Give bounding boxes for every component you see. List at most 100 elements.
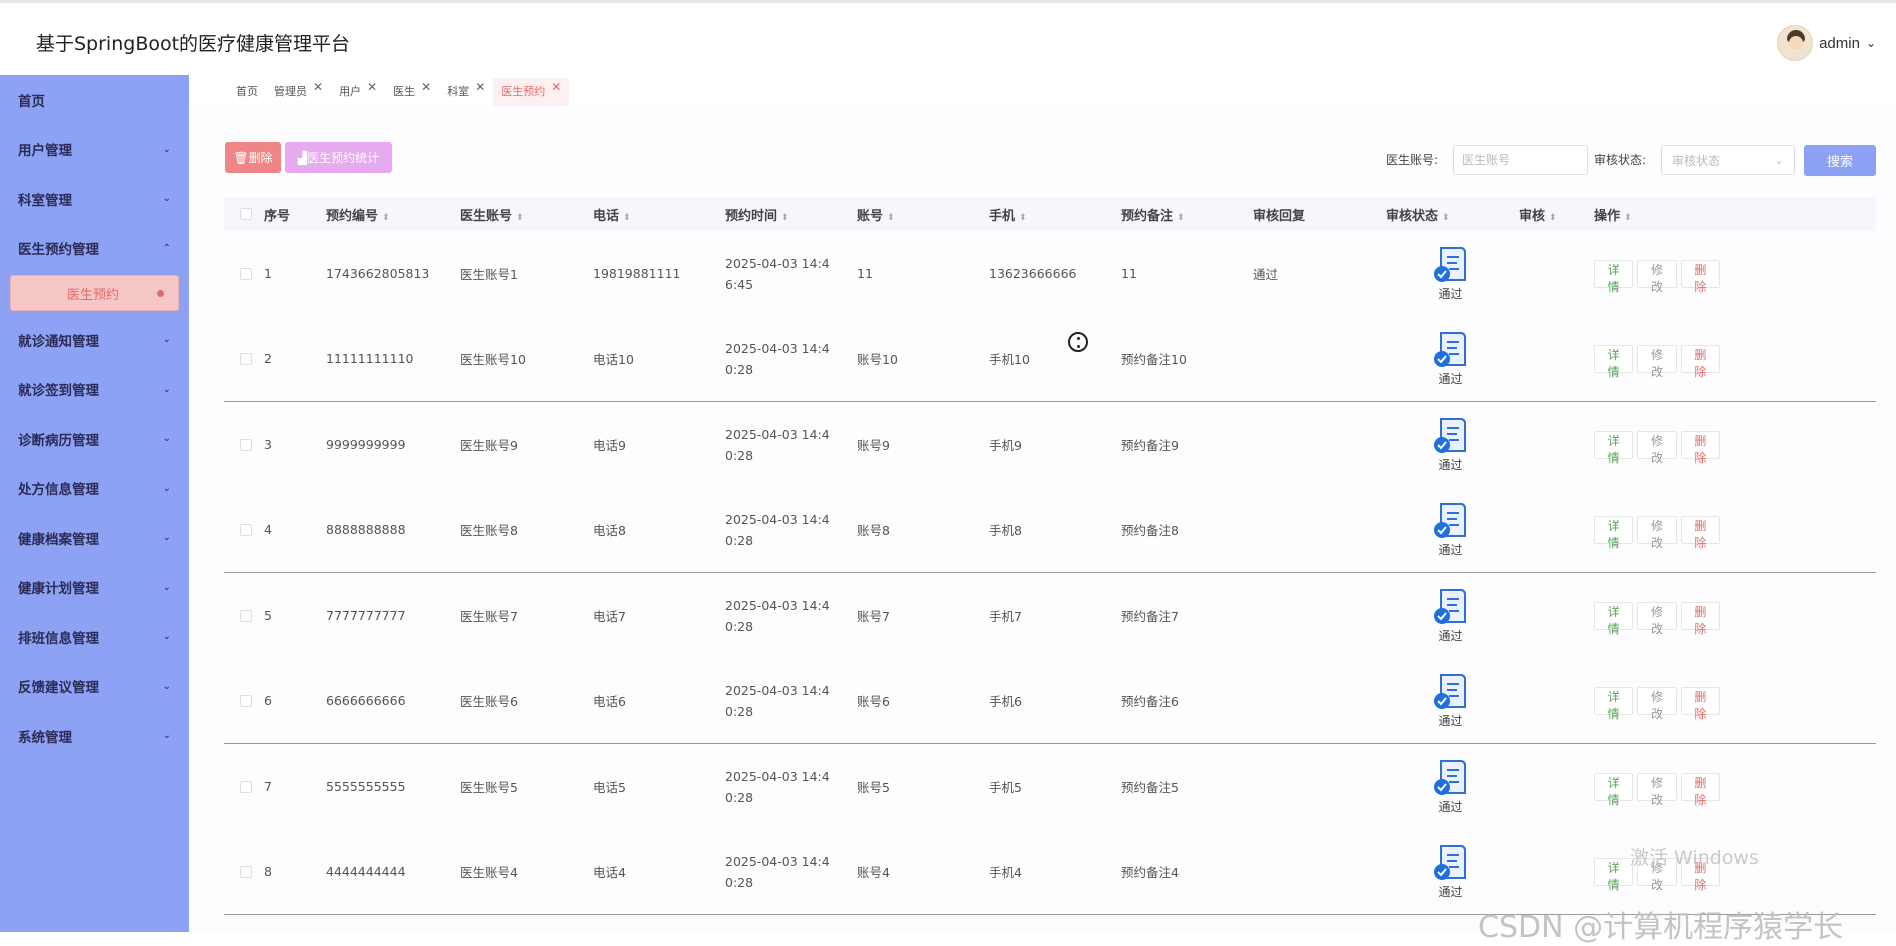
column-header[interactable]: 操作 ⬍ <box>1590 205 1720 224</box>
close-icon[interactable]: ✕ <box>313 78 323 96</box>
tab-2[interactable]: 用户 ✕ <box>331 78 385 106</box>
approved-document-icon <box>1431 501 1471 541</box>
delete-row-button[interactable]: 删除 <box>1680 601 1720 636</box>
sidebar-subitem-doctor-appointment[interactable]: 医生预约 <box>10 275 179 311</box>
status-text: 通过 <box>1438 287 1463 302</box>
sort-icon[interactable]: ⬍ <box>781 213 789 223</box>
detail-button[interactable]: 详情 <box>1594 601 1634 636</box>
cell-time: 2025-04-03 14:40:28 <box>725 511 830 548</box>
sidebar-item-label: 健康计划管理 <box>18 581 99 598</box>
row-checkbox[interactable] <box>240 780 252 793</box>
sort-icon[interactable]: ⬍ <box>1624 213 1632 223</box>
detail-button[interactable]: 详情 <box>1594 686 1634 721</box>
edit-button[interactable]: 修改 <box>1637 259 1677 294</box>
sidebar-item-label: 就诊通知管理 <box>18 333 99 350</box>
detail-button[interactable]: 详情 <box>1594 772 1634 807</box>
close-icon[interactable]: ✕ <box>421 78 431 96</box>
user-menu[interactable]: admin ⌄ <box>1777 25 1876 61</box>
doctor-account-input[interactable] <box>1453 145 1588 175</box>
detail-button[interactable]: 详情 <box>1594 515 1634 550</box>
sidebar-item-8[interactable]: 健康档案管理 ⌄ <box>0 513 189 563</box>
close-icon[interactable]: ✕ <box>475 78 485 96</box>
column-header[interactable]: 预约时间 ⬍ <box>721 205 853 224</box>
column-header[interactable]: 电话 ⬍ <box>589 205 721 224</box>
sidebar-item-label: 反馈建议管理 <box>18 680 99 697</box>
chevron-down-icon: ⌄ <box>162 433 171 445</box>
sort-icon[interactable]: ⬍ <box>1177 213 1185 223</box>
row-checkbox[interactable] <box>240 352 252 365</box>
cell-account: 账号5 <box>857 780 890 796</box>
row-checkbox[interactable] <box>240 609 252 622</box>
approved-document-icon <box>1431 843 1471 883</box>
row-checkbox[interactable] <box>240 438 252 451</box>
row-checkbox[interactable] <box>240 694 252 707</box>
edit-button[interactable]: 修改 <box>1637 344 1677 379</box>
stats-button[interactable]: ▟医生预约统计 <box>285 142 392 173</box>
sort-icon[interactable]: ⬍ <box>1549 213 1557 223</box>
close-icon[interactable]: ✕ <box>551 78 561 96</box>
edit-button[interactable]: 修改 <box>1637 515 1677 550</box>
edit-button[interactable]: 修改 <box>1637 772 1677 807</box>
cell-note: 11 <box>1121 266 1137 282</box>
tab-0[interactable]: 首页 <box>228 78 266 106</box>
sort-icon[interactable]: ⬍ <box>1019 213 1027 223</box>
tab-3[interactable]: 医生 ✕ <box>385 78 439 106</box>
sidebar-item-6[interactable]: 诊断病历管理 ⌄ <box>0 414 189 464</box>
sidebar-item-2[interactable]: 科室管理 ⌄ <box>0 174 189 224</box>
edit-button[interactable]: 修改 <box>1637 430 1677 465</box>
select-all-checkbox[interactable] <box>240 208 252 220</box>
detail-button[interactable]: 详情 <box>1594 857 1634 892</box>
sidebar-item-5[interactable]: 就诊签到管理 ⌄ <box>0 365 189 415</box>
avatar[interactable] <box>1777 25 1814 61</box>
sidebar-item-7[interactable]: 处方信息管理 ⌄ <box>0 464 189 514</box>
tab-1[interactable]: 管理员 ✕ <box>266 78 331 106</box>
sidebar-item-9[interactable]: 健康计划管理 ⌄ <box>0 563 189 613</box>
row-checkbox[interactable] <box>240 865 252 878</box>
status-select[interactable]: 审核状态 ⌄ <box>1661 145 1795 175</box>
tab-5[interactable]: 医生预约 ✕ <box>493 78 570 106</box>
sidebar-item-10[interactable]: 排班信息管理 ⌄ <box>0 612 189 662</box>
column-header[interactable]: 医生账号 ⬍ <box>456 205 589 224</box>
cell-phone: 电话5 <box>593 780 626 796</box>
delete-row-button[interactable]: 删除 <box>1680 344 1720 379</box>
cell-mobile: 13623666666 <box>989 266 1077 282</box>
sort-icon[interactable]: ⬍ <box>382 213 390 223</box>
detail-button[interactable]: 详情 <box>1594 344 1634 379</box>
column-header[interactable]: 预约编号 ⬍ <box>322 205 456 224</box>
cell-mobile: 手机4 <box>989 865 1022 881</box>
edit-button[interactable]: 修改 <box>1637 601 1677 636</box>
detail-button[interactable]: 详情 <box>1594 259 1634 294</box>
delete-row-button[interactable]: 删除 <box>1680 515 1720 550</box>
delete-row-button[interactable]: 删除 <box>1680 686 1720 721</box>
sort-icon[interactable]: ⬍ <box>623 213 631 223</box>
sidebar-item-3[interactable]: 医生预约管理 ⌃ <box>0 224 189 274</box>
delete-row-button[interactable]: 删除 <box>1680 430 1720 465</box>
sidebar-item-4[interactable]: 就诊通知管理 ⌄ <box>0 315 189 365</box>
sort-icon[interactable]: ⬍ <box>516 213 524 223</box>
sidebar-item-0[interactable]: 首页 <box>0 75 189 125</box>
username[interactable]: admin <box>1819 35 1860 52</box>
edit-button[interactable]: 修改 <box>1637 686 1677 721</box>
column-header[interactable]: 审核 ⬍ <box>1515 205 1590 224</box>
column-header[interactable]: 账号 ⬍ <box>853 205 985 224</box>
cell-doctor: 医生账号7 <box>460 609 518 625</box>
column-header[interactable]: 手机 ⬍ <box>985 205 1117 224</box>
column-header[interactable]: 审核状态 ⬍ <box>1382 205 1515 224</box>
sidebar-item-11[interactable]: 反馈建议管理 ⌄ <box>0 662 189 712</box>
delete-button[interactable]: 🗑删除 <box>225 142 281 173</box>
delete-row-button[interactable]: 删除 <box>1680 259 1720 294</box>
row-checkbox[interactable] <box>240 267 252 280</box>
detail-button[interactable]: 详情 <box>1594 430 1634 465</box>
column-header[interactable]: 预约备注 ⬍ <box>1117 205 1249 224</box>
row-checkbox[interactable] <box>240 523 252 536</box>
tab-4[interactable]: 科室 ✕ <box>439 78 493 106</box>
sidebar-item-1[interactable]: 用户管理 ⌄ <box>0 125 189 175</box>
search-button[interactable]: 搜索 <box>1804 145 1876 176</box>
status-text: 通过 <box>1438 714 1463 729</box>
sidebar-item-12[interactable]: 系统管理 ⌄ <box>0 711 189 761</box>
sort-icon[interactable]: ⬍ <box>887 213 895 223</box>
chevron-down-icon[interactable]: ⌄ <box>1866 36 1876 50</box>
delete-row-button[interactable]: 删除 <box>1680 772 1720 807</box>
sort-icon[interactable]: ⬍ <box>1442 213 1450 223</box>
close-icon[interactable]: ✕ <box>367 78 377 96</box>
